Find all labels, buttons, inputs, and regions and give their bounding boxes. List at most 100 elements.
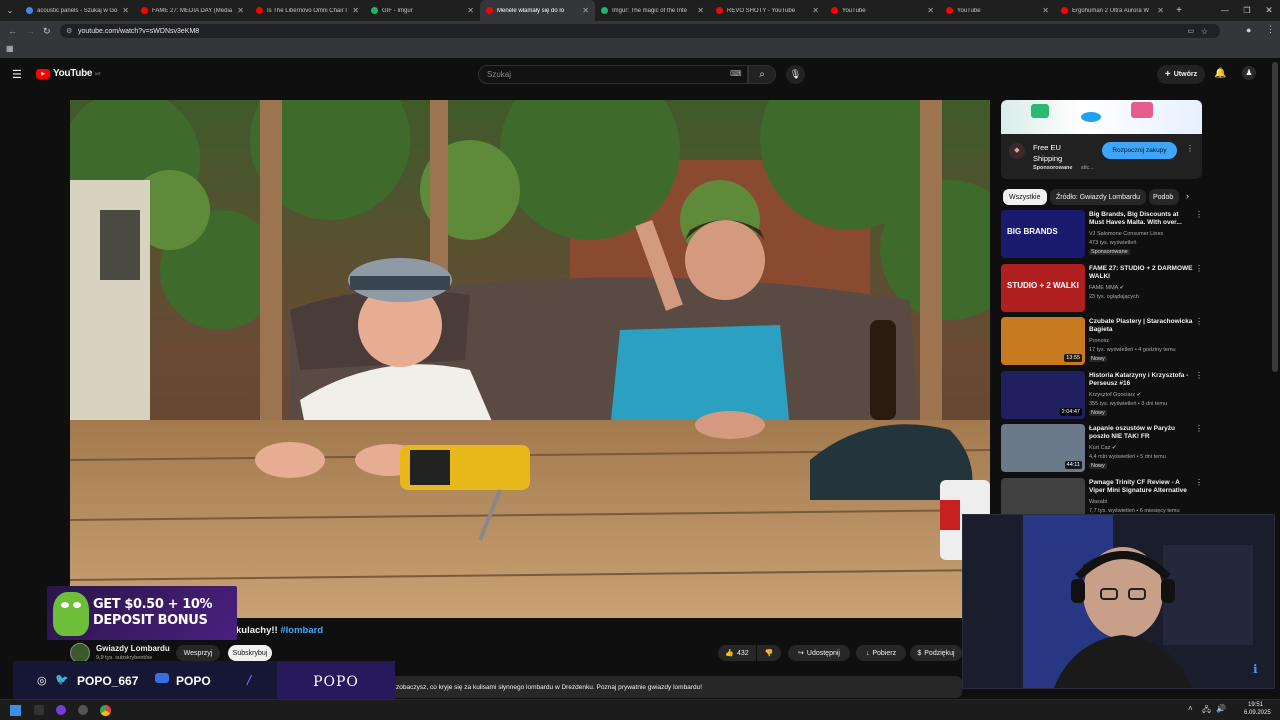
site-info-icon[interactable]: ⚙ (66, 27, 72, 35)
video-title[interactable]: Big Brands, Big Discounts at Must Haves … (1089, 211, 1193, 227)
tab-close-icon[interactable]: ✕ (352, 6, 359, 15)
video-more-icon[interactable]: ⋮ (1195, 317, 1203, 326)
channel-avatar[interactable] (70, 643, 90, 663)
video-thumbnail[interactable]: STUDIO + 2 WALKI (1001, 263, 1085, 312)
volume-icon[interactable]: 🔊 (1216, 704, 1226, 713)
ad-cta-button[interactable]: Rozpocznij zakupy (1102, 142, 1177, 159)
chevron-right-icon[interactable]: › (1186, 191, 1189, 201)
bookmark-star-icon[interactable]: ☆ (1201, 27, 1208, 36)
keyboard-icon[interactable]: ⌨ (730, 69, 742, 78)
page-scrollbar[interactable] (1272, 62, 1278, 372)
address-bar[interactable]: ⚙ youtube.com/watch?v=sWDNsv3eKM8 ▭ ☆ (60, 24, 1220, 38)
video-more-icon[interactable]: ⋮ (1195, 424, 1203, 433)
chip-similar[interactable]: Podob (1149, 189, 1179, 205)
video-thumbnail[interactable]: 44:11 (1001, 424, 1085, 472)
recommended-video[interactable]: 44:11 Łapanie oszustów w Paryżu poszło NI… (1001, 424, 1203, 474)
chip-source[interactable]: Źródło: Gwiazdy Lombardu (1050, 189, 1147, 205)
create-button[interactable]: + Utwórz (1157, 65, 1205, 84)
taskbar-app-icon[interactable] (78, 705, 88, 715)
browser-tab[interactable]: acoustic panels - Szukaj w Go ✕ (20, 0, 135, 21)
recommended-video[interactable]: STUDIO + 2 WALKI FAME 27: STUDIO + 2 DARM… (1001, 263, 1203, 314)
recommended-video[interactable]: 13:55 Czubate Plastery | Starachowicka Ba… (1001, 317, 1203, 367)
share-button[interactable]: ↪ Udostępnij (788, 645, 850, 661)
video-thumbnail[interactable]: 13:55 (1001, 317, 1085, 365)
video-thumbnail[interactable]: 2:04:47 (1001, 370, 1085, 419)
video-title[interactable]: FAME 27: STUDIO + 2 DARMOWE WALKI (1089, 265, 1193, 281)
voice-search-button[interactable]: 🎙 (786, 65, 805, 84)
chrome-icon[interactable] (100, 705, 111, 716)
video-more-icon[interactable]: ⋮ (1195, 264, 1203, 273)
ad-more-icon[interactable]: ⋮ (1186, 144, 1194, 153)
minimize-button[interactable]: — (1214, 6, 1236, 15)
back-icon[interactable]: ← (8, 26, 17, 36)
tab-close-icon[interactable]: ✕ (582, 6, 589, 15)
video-meta: 17 tys. wyświetleń • 4 godziny temu (1089, 347, 1176, 353)
support-button[interactable]: Wesprzyj (176, 645, 220, 661)
tab-close-icon[interactable]: ✕ (812, 6, 819, 15)
channel-name[interactable]: Gwiazdy Lombardu (96, 644, 170, 653)
clock-date[interactable]: 6.09.2025 (1244, 710, 1271, 716)
avatar[interactable]: ♟ (1242, 66, 1256, 80)
browser-tab[interactable]: Imgur: The magic of the Inte ✕ (595, 0, 710, 21)
notifications-bell-icon[interactable]: 🔔 (1214, 68, 1226, 79)
apps-icon[interactable]: ▦ (6, 44, 14, 53)
browser-tab[interactable]: YouTube ✕ (940, 0, 1055, 21)
video-thumbnail[interactable]: BIG BRANDS (1001, 210, 1085, 258)
restore-button[interactable]: ❐ (1236, 6, 1258, 15)
start-icon[interactable] (10, 705, 21, 716)
cast-icon[interactable]: ▭ (1187, 27, 1194, 35)
tab-search-button[interactable]: ⌄ (0, 0, 20, 21)
tab-close-icon[interactable]: ✕ (1042, 6, 1049, 15)
search-button[interactable]: ⌕ (748, 65, 776, 84)
like-button[interactable]: 👍 432 (718, 645, 756, 661)
subscribe-button[interactable]: Subskrybuj (228, 645, 272, 661)
browser-tab[interactable]: Ergohuman 2 Ultra Aurora W ✕ (1055, 0, 1170, 21)
deposit-bonus-banner: GET $0.50 + 10% DEPOSIT BONUS (47, 586, 237, 640)
search-input[interactable]: Szukaj (478, 65, 748, 84)
video-more-icon[interactable]: ⋮ (1195, 478, 1203, 487)
taskbar-app-icon[interactable] (56, 705, 66, 715)
recommended-video[interactable]: BIG BRANDS Big Brands, Big Discounts at M… (1001, 210, 1203, 260)
reload-icon[interactable]: ↻ (43, 26, 51, 37)
youtube-logo[interactable]: ▶ YouTube MT (36, 68, 101, 79)
tab-close-icon[interactable]: ✕ (927, 6, 934, 15)
video-title[interactable]: Historia Katarzyny i Krzysztofa - Perseu… (1089, 372, 1193, 388)
video-title[interactable]: Łapanie oszustów w Paryżu poszło NIE TAK… (1089, 425, 1193, 441)
video-title[interactable]: Czubate Plastery | Starachowicka Bagieta (1089, 318, 1193, 334)
tab-close-icon[interactable]: ✕ (237, 6, 244, 15)
browser-tab[interactable]: GIF - Imgur ✕ (365, 0, 480, 21)
new-tab-button[interactable]: + (1170, 5, 1188, 16)
chip-all[interactable]: Wszystkie (1003, 189, 1047, 205)
dislike-button[interactable]: 👎 (757, 645, 781, 661)
video-title[interactable]: Pwnage Trinity CF Review - A Viper Mini … (1089, 479, 1193, 495)
forward-icon[interactable]: → (26, 26, 35, 36)
download-button[interactable]: ↓ Pobierz (856, 645, 906, 661)
advertiser-avatar[interactable]: ◆ (1009, 143, 1025, 159)
ad-title-line2[interactable]: Shipping (1033, 154, 1062, 163)
browser-tab[interactable]: YouTube ✕ (825, 0, 940, 21)
video-more-icon[interactable]: ⋮ (1195, 210, 1203, 219)
tab-close-icon[interactable]: ✕ (467, 6, 474, 15)
clock-time[interactable]: 19:51 (1248, 702, 1263, 708)
tab-close-icon[interactable]: ✕ (1157, 6, 1164, 15)
ad-banner-image[interactable] (1001, 100, 1202, 134)
close-window-button[interactable]: ✕ (1258, 5, 1280, 16)
browser-tab[interactable]: REVO SHOTY - YouTube ✕ (710, 0, 825, 21)
tab-close-icon[interactable]: ✕ (697, 6, 704, 15)
tab-close-icon[interactable]: ✕ (122, 6, 129, 15)
tray-chevron-icon[interactable]: ˄ (1188, 704, 1193, 713)
browser-tab[interactable]: FAME 27: MEDIA DAY (Media ✕ (135, 0, 250, 21)
extension-icon[interactable]: ● (1246, 25, 1251, 35)
thanks-button[interactable]: $ Podziękuj (910, 645, 962, 661)
video-more-icon[interactable]: ⋮ (1195, 371, 1203, 380)
recommended-video[interactable]: 2:04:47 Historia Katarzyny i Krzysztofa -… (1001, 370, 1203, 421)
video-hashtag[interactable]: #lombard (280, 625, 323, 636)
browser-tab[interactable]: Menele włamały się do lo ✕ (480, 0, 595, 21)
taskbar-app-icon[interactable] (34, 705, 44, 715)
browser-tab[interactable]: Is The Libernovo Omni Chair I ✕ (250, 0, 365, 21)
browser-menu-icon[interactable]: ⋮ (1266, 24, 1275, 35)
guide-menu-icon[interactable]: ☰ (12, 68, 22, 81)
network-icon[interactable]: 🖧 (1202, 704, 1211, 718)
ad-title-line1[interactable]: Free EU (1033, 143, 1061, 152)
video-player[interactable] (70, 100, 990, 618)
